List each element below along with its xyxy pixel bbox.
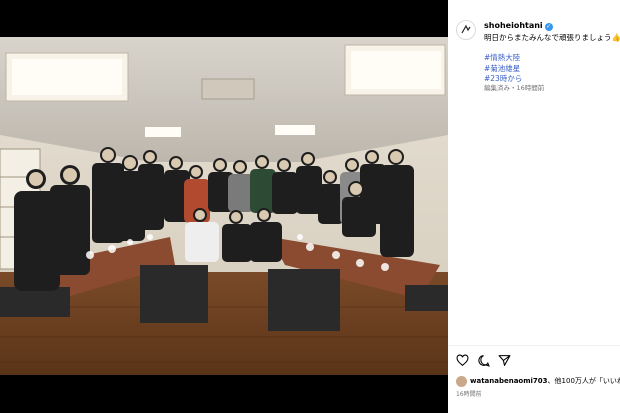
post-side-panel: shoheiohtani ✓ 明日からまたみんなで頑張りましょう👍 #情熱大陸 #… xyxy=(448,0,620,413)
hashtag-link[interactable]: #23時から xyxy=(484,74,522,85)
hashtag-link[interactable]: #菊池雄星 xyxy=(484,64,522,75)
liker-username[interactable]: watanabenaomi703 xyxy=(470,377,548,385)
post-photo[interactable] xyxy=(0,37,448,375)
share-icon[interactable] xyxy=(498,354,511,367)
comment-icon[interactable] xyxy=(477,354,490,367)
verified-badge-icon: ✓ xyxy=(544,23,553,31)
heart-icon[interactable] xyxy=(456,354,469,367)
likes-text: watanabenaomi703、他100万人が「いいね xyxy=(470,376,620,387)
action-bar xyxy=(456,354,616,368)
username-text: shoheiohtani xyxy=(484,21,543,30)
hashtag-list: #情熱大陸 #菊池雄星 #23時から xyxy=(484,53,522,85)
username-link[interactable]: shoheiohtani ✓ xyxy=(484,21,553,31)
group-photo-image xyxy=(0,37,448,375)
post-timestamp: 16時間前 xyxy=(456,391,482,398)
likes-summary[interactable]: watanabenaomi703、他100万人が「いいね xyxy=(456,376,620,388)
post-caption: 明日からまたみんなで頑張りましょう👍 xyxy=(484,33,620,42)
liker-avatar xyxy=(456,376,467,387)
divider xyxy=(448,345,620,346)
logo-avatar-icon[interactable] xyxy=(456,20,476,40)
edited-timestamp: 編集済み・16時間前 xyxy=(484,84,545,92)
likes-count-text: 、他100万人が「いいね xyxy=(547,377,620,385)
hashtag-link[interactable]: #情熱大陸 xyxy=(484,53,522,64)
